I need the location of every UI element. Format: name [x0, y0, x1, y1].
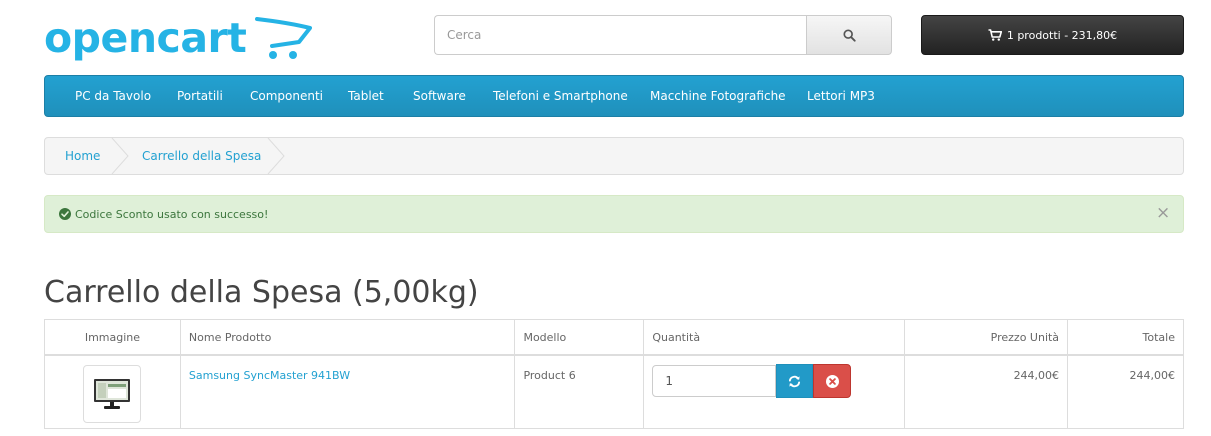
- remove-product-button[interactable]: [813, 364, 852, 398]
- shopping-cart-icon: [988, 29, 1002, 41]
- column-header-total: Totale: [1067, 319, 1184, 356]
- times-circle-icon: [825, 374, 839, 388]
- column-header-quantity: Quantità: [643, 319, 906, 356]
- quantity-cell: [643, 354, 906, 429]
- menu-item-componenti[interactable]: Componenti: [250, 89, 323, 103]
- menu-item-tablet[interactable]: Tablet: [348, 89, 384, 103]
- breadcrumb-separator: [267, 138, 285, 174]
- breadcrumb: Home Carrello della Spesa: [44, 137, 1184, 175]
- product-unit-price: 244,00€: [904, 354, 1069, 429]
- quantity-input[interactable]: [652, 365, 777, 397]
- column-header-unit-price: Prezzo Unità: [904, 319, 1069, 356]
- alert-close-button[interactable]: ×: [1156, 203, 1170, 223]
- product-image-cell: [44, 354, 181, 429]
- main-menu: PC da Tavolo Portatili Componenti Tablet…: [44, 75, 1184, 117]
- product-name-cell: Samsung SyncMaster 941BW: [179, 354, 516, 429]
- product-total: 244,00€: [1067, 354, 1184, 429]
- table-row: Samsung SyncMaster 941BW Product 6 1 244…: [44, 354, 1184, 429]
- search-input[interactable]: [434, 15, 819, 55]
- opencart-logo[interactable]: opencart: [44, 12, 314, 68]
- column-header-model: Modello: [514, 319, 645, 356]
- cart-button-label: 1 prodotti - 231,80€: [1006, 28, 1118, 42]
- breadcrumb-home[interactable]: Home: [65, 149, 100, 163]
- menu-item-pc-da-tavolo[interactable]: PC da Tavolo: [75, 89, 151, 103]
- search-icon: [842, 28, 856, 42]
- product-model: Product 6: [514, 354, 645, 429]
- monitor-icon: [94, 379, 131, 409]
- alert-message: Codice Sconto usato con successo!: [75, 208, 269, 221]
- menu-item-software[interactable]: Software: [413, 89, 466, 103]
- logo-text: opencart: [44, 14, 246, 62]
- column-header-name: Nome Prodotto: [179, 319, 516, 356]
- column-header-image: Immagine: [44, 319, 181, 356]
- search-button[interactable]: [806, 15, 892, 55]
- table-header-row: Immagine Nome Prodotto Modello Quantità …: [44, 319, 1184, 356]
- check-circle-icon: [59, 208, 71, 220]
- cart-button[interactable]: 1 prodotti - 231,80€: [921, 15, 1184, 55]
- product-thumbnail[interactable]: [83, 365, 142, 423]
- menu-item-portatili[interactable]: Portatili: [177, 89, 223, 103]
- cart-table: Immagine Nome Prodotto Modello Quantità …: [44, 319, 1184, 429]
- product-name-link[interactable]: Samsung SyncMaster 941BW: [189, 369, 350, 382]
- update-quantity-button[interactable]: [776, 364, 814, 398]
- page-title: Carrello della Spesa (5,00kg): [44, 275, 479, 310]
- success-alert: Codice Sconto usato con successo! ×: [44, 195, 1184, 233]
- menu-item-lettori-mp3[interactable]: Lettori MP3: [807, 89, 875, 103]
- menu-item-telefoni-e-smartphone[interactable]: Telefoni e Smartphone: [493, 89, 628, 103]
- breadcrumb-separator: [111, 138, 129, 174]
- search-bar: [434, 15, 892, 55]
- quantity-group: [652, 364, 896, 398]
- breadcrumb-carrello[interactable]: Carrello della Spesa: [142, 149, 261, 163]
- menu-item-macchine-fotografiche[interactable]: Macchine Fotografiche: [650, 89, 786, 103]
- refresh-icon: [789, 375, 801, 387]
